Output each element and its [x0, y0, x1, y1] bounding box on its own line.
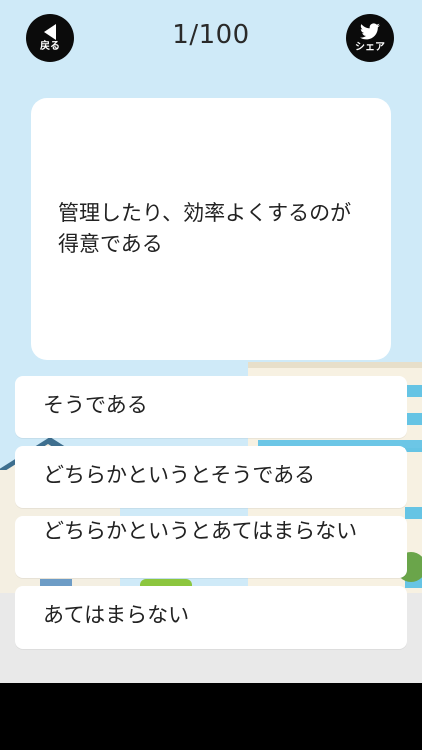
- answer-option-4[interactable]: あてはまらない: [15, 586, 407, 649]
- back-button-label: 戻る: [40, 40, 60, 52]
- back-button[interactable]: 戻る: [26, 14, 74, 62]
- answer-label: そうである: [43, 393, 148, 417]
- answer-label: あてはまらない: [43, 603, 190, 627]
- answer-label: どちらかというとあてはまらない: [43, 519, 358, 543]
- question-text: 管理したり、効率よくするのが得意である: [58, 201, 352, 256]
- back-arrow-icon: [44, 23, 56, 40]
- twitter-bird-icon: [360, 22, 380, 39]
- answer-label: どちらかというとそうである: [43, 463, 316, 487]
- building-window: [405, 385, 422, 397]
- question-counter: 1/100: [172, 20, 250, 50]
- building-window: [405, 507, 422, 519]
- answer-option-3[interactable]: どちらかというとあてはまらない: [15, 516, 407, 578]
- question-card: 管理したり、効率よくするのが得意である: [31, 98, 391, 360]
- answer-option-1[interactable]: そうである: [15, 376, 407, 438]
- share-button[interactable]: シェア: [346, 14, 394, 62]
- bottom-bar: [0, 683, 422, 750]
- share-button-label: シェア: [355, 41, 385, 53]
- answer-option-2[interactable]: どちらかというとそうである: [15, 446, 407, 508]
- building-window: [405, 413, 422, 425]
